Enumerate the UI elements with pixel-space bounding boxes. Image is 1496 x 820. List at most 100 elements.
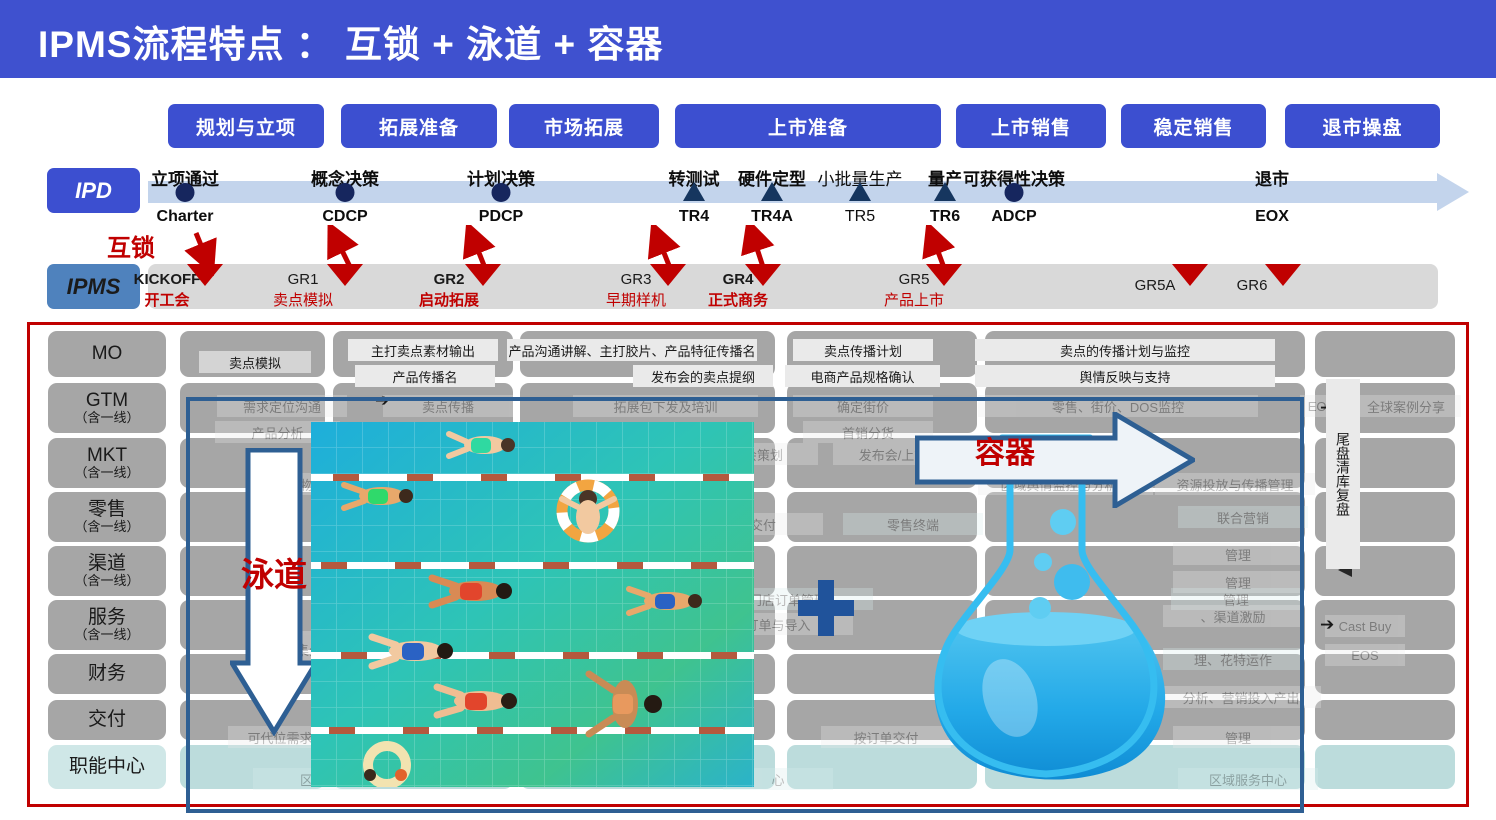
- phase-button-5[interactable]: 上市销售: [956, 104, 1106, 148]
- ipms-gate-sub-1: 开工会: [144, 292, 190, 309]
- grid-cell[interactable]: 确定街价: [793, 395, 933, 417]
- ipms-gate-name-8: GR6: [1236, 277, 1268, 294]
- ipd-milestone-code-1: Charter: [156, 208, 214, 225]
- phase-button-7[interactable]: 退市操盘: [1285, 104, 1440, 148]
- grid-cell[interactable]: 电商产品规格确认: [785, 365, 940, 387]
- row-label-main-9: 职能中心: [68, 756, 145, 778]
- ipms-gate-name-4: GR3: [620, 271, 652, 288]
- row-label-main-8: 交付: [87, 709, 126, 731]
- ipd-milestone-code-2: CDCP: [322, 208, 368, 225]
- grid-cell[interactable]: 产品沟通讲解、主打胶片、产品特征传播名: [507, 339, 757, 361]
- ipms-gate-sub-3: 启动拓展: [418, 292, 480, 309]
- row-label-8[interactable]: 交付: [48, 700, 166, 740]
- ipd-milestone-code-9: EOX: [1255, 208, 1289, 225]
- ipd-milestone-triangle-icon-4: [683, 182, 705, 201]
- phase-button-6[interactable]: 稳定销售: [1121, 104, 1266, 148]
- phase-button-4[interactable]: 上市准备: [675, 104, 941, 148]
- row-label-9[interactable]: 职能中心: [48, 745, 166, 789]
- ipd-milestone-code-6: TR5: [844, 208, 876, 225]
- ipms-gate-name-3: GR2: [433, 271, 465, 288]
- ipms-gate-marker-2: [327, 264, 363, 286]
- row-label-sub-2: （含一线）: [74, 409, 140, 425]
- ipd-milestone-triangle-icon-7: [934, 182, 956, 201]
- ipd-milestone-code-5: TR4A: [751, 208, 793, 225]
- grid-cell[interactable]: 发布会的卖点提纲: [633, 365, 773, 387]
- ipd-badge: IPD: [47, 168, 140, 213]
- container-label-text: 容器: [975, 437, 1035, 470]
- row-label-3[interactable]: MKT （含一线）: [48, 438, 166, 488]
- ipms-gate-sub-2: 卖点模拟: [272, 292, 334, 309]
- ipd-milestone-code-4: TR4: [678, 208, 710, 225]
- row-label-sub-4: （含一线）: [74, 518, 140, 534]
- row-label-main-4: 零售: [87, 498, 126, 520]
- ipd-milestone-code-3: PDCP: [478, 208, 524, 225]
- row-label-main-6: 服务: [87, 606, 126, 628]
- row-label-5[interactable]: 渠道 （含一线）: [48, 546, 166, 596]
- vertical-note-text: 尾盘清库复盘: [1335, 432, 1351, 516]
- ipms-gate-marker-8: [1265, 264, 1301, 286]
- grid-cell[interactable]: 舆情反映与支持: [975, 365, 1275, 387]
- phase-button-1[interactable]: 规划与立项: [168, 104, 324, 148]
- grid-cell[interactable]: 联合营销: [1178, 506, 1308, 528]
- grid-cell[interactable]: 管理: [1173, 543, 1303, 565]
- grid-cell[interactable]: 卖点的传播计划与监控: [975, 339, 1275, 361]
- ipd-milestone-circle-icon-8: [1004, 183, 1024, 202]
- ipms-gate-name-6: GR5: [898, 271, 930, 288]
- ipms-gate-sub-6: 产品上市: [883, 292, 945, 309]
- ipms-gate-marker-7: [1172, 264, 1208, 286]
- row-label-main-7: 财务: [87, 663, 126, 685]
- ipd-milestone-circle-icon-2: [335, 183, 355, 202]
- ipms-gate-marker-4: [650, 264, 686, 286]
- vertical-note-box: 尾盘清库复盘: [1326, 379, 1360, 569]
- grid-cell[interactable]: 卖点传播计划: [793, 339, 933, 361]
- grid-cell[interactable]: Cast Buy: [1325, 615, 1405, 637]
- ipms-gate-name-2: GR1: [287, 271, 319, 288]
- row-label-6[interactable]: 服务 （含一线）: [48, 600, 166, 650]
- grid-cell[interactable]: 管理: [1173, 726, 1303, 748]
- grid-cell[interactable]: 全球案例分享: [1351, 395, 1461, 417]
- ipms-gate-marker-3: [465, 264, 501, 286]
- swimming-pool-image: [311, 422, 754, 787]
- grid-cell[interactable]: 卖点模拟: [199, 351, 311, 373]
- ipms-gate-marker-6: [926, 264, 962, 286]
- grid-cell[interactable]: 拓展包下发及培训: [573, 395, 758, 417]
- ipms-gate-sub-4: 早期样机: [605, 292, 667, 309]
- title-bar: IPMS流程特点 ： 互锁 + 泳道 + 容器: [0, 0, 1496, 78]
- row-label-main-5: 渠道: [87, 552, 126, 574]
- ipd-milestone-code-7: TR6: [929, 208, 961, 225]
- ipms-gate-name-7: GR5A: [1134, 277, 1176, 294]
- row-band-8-6: [1315, 700, 1455, 740]
- row-label-sub-5: （含一线）: [74, 572, 140, 588]
- phase-button-3[interactable]: 市场拓展: [509, 104, 659, 148]
- plus-icon: [798, 580, 854, 636]
- grid-cell[interactable]: 主打卖点素材输出: [348, 339, 498, 361]
- ipd-milestone-top-9: 退市: [1255, 170, 1289, 189]
- ipms-gate-marker-5: [745, 264, 781, 286]
- grid-cell[interactable]: EOS: [1325, 644, 1405, 666]
- row-arrow-icon-castbuy: ➔: [1320, 615, 1335, 634]
- page-title: IPMS流程特点 ： 互锁 + 泳道 + 容器: [38, 24, 664, 65]
- grid-cell[interactable]: 产品传播名: [355, 365, 495, 387]
- ipd-milestone-circle-icon-1: [175, 183, 195, 202]
- grid-cell[interactable]: 需求定位沟通: [217, 395, 347, 417]
- row-label-main-3: MKT: [86, 444, 128, 466]
- row-label-4[interactable]: 零售 （含一线）: [48, 492, 166, 542]
- ipd-milestone-triangle-icon-5: [761, 182, 783, 201]
- row-label-7[interactable]: 财务: [48, 654, 166, 694]
- row-label-sub-3: （含一线）: [74, 464, 140, 480]
- ipms-gate-sub-5: 正式商务: [707, 292, 769, 309]
- grid-cell[interactable]: 卖点传播: [383, 395, 513, 417]
- ipms-gate-marker-1: [187, 264, 223, 286]
- ipd-milestone-circle-icon-3: [491, 183, 511, 202]
- phase-button-2[interactable]: 拓展准备: [341, 104, 497, 148]
- container-callout-arrow: [915, 412, 1195, 508]
- ipd-milestone-code-8: ADCP: [991, 208, 1037, 225]
- row-label-1[interactable]: MO: [48, 331, 166, 377]
- interlock-label: 互锁: [107, 235, 155, 262]
- grid-cell[interactable]: 区域服务中心: [1178, 768, 1318, 790]
- swimlane-label-text: 泳道: [241, 556, 307, 593]
- row-label-sub-6: （含一线）: [74, 626, 140, 642]
- row-arrow-icon-gtm: ➔: [375, 391, 390, 410]
- ipms-badge: IPMS: [47, 264, 140, 309]
- row-label-2[interactable]: GTM （含一线）: [48, 383, 166, 433]
